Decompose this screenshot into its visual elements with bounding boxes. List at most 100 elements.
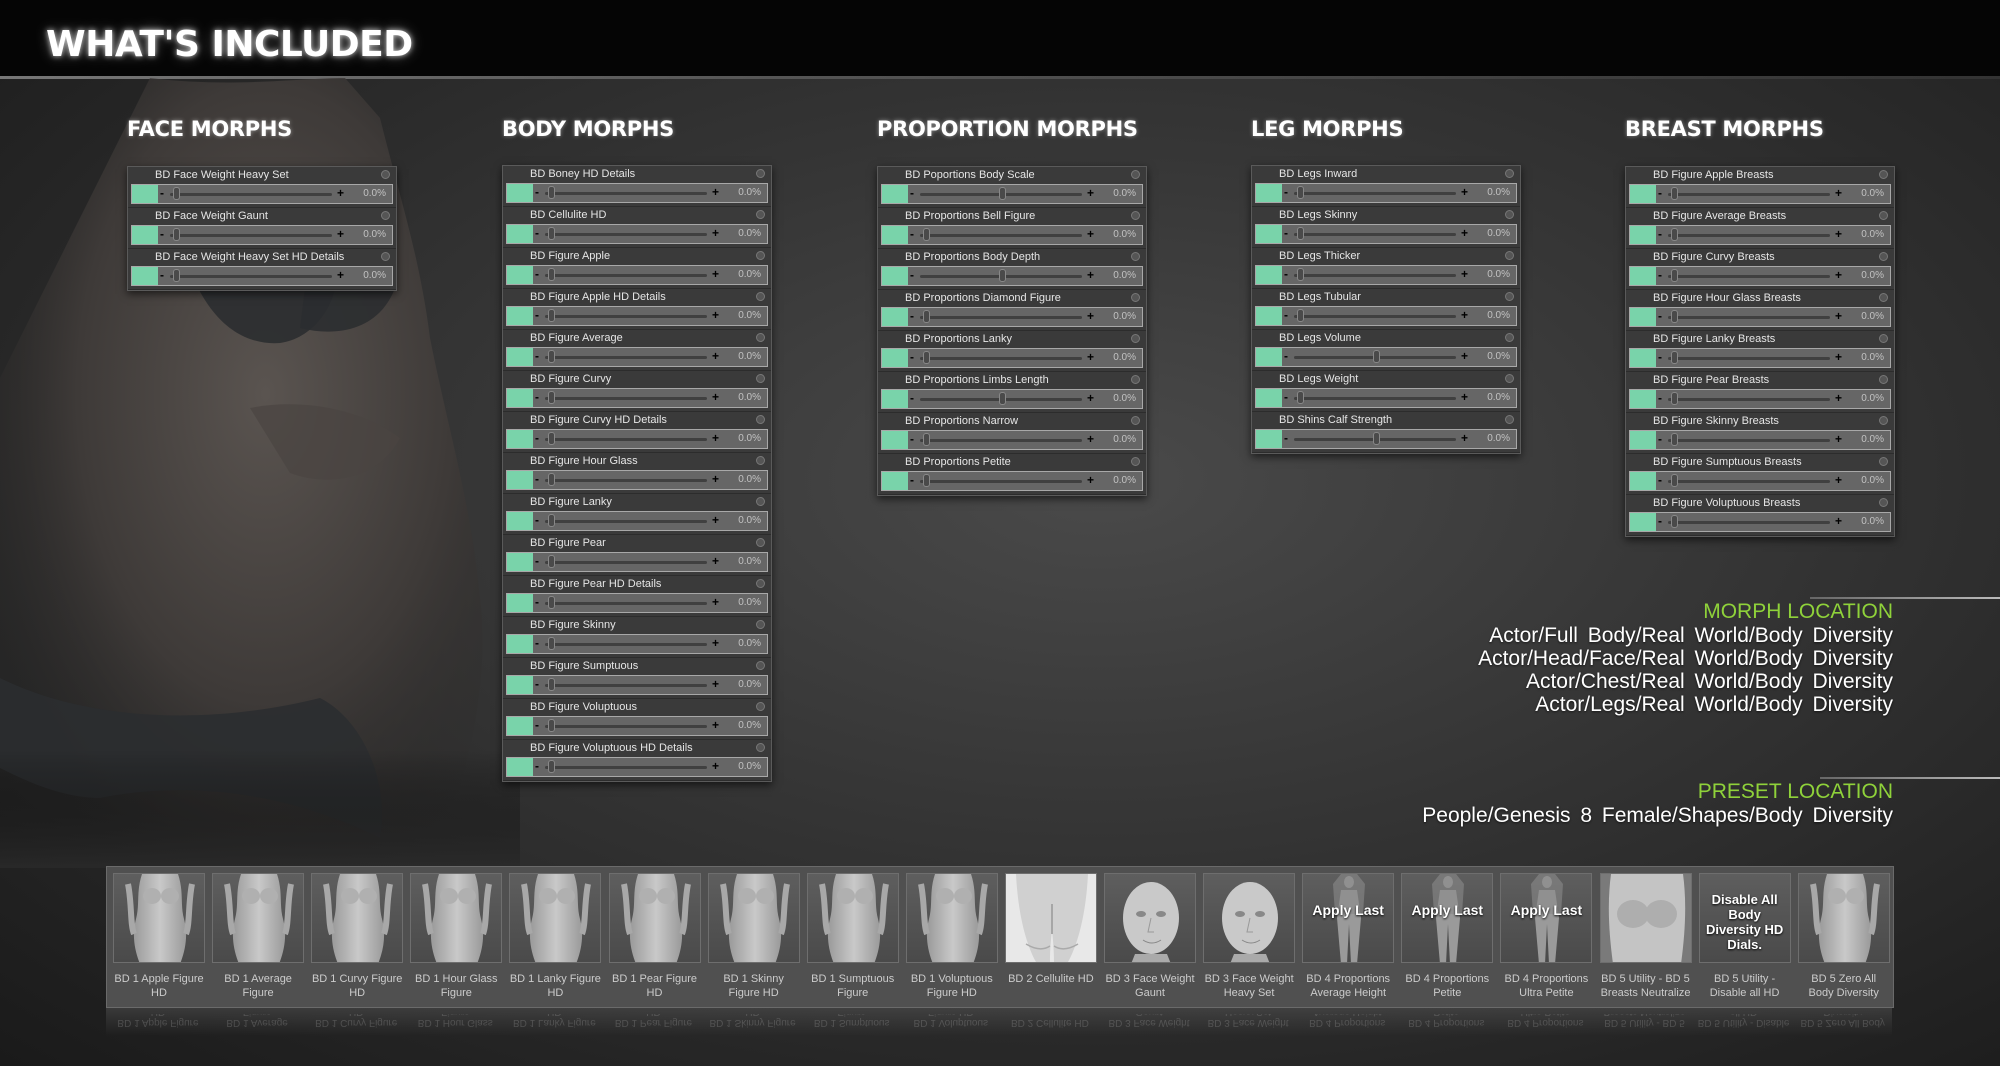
minus-icon[interactable]: - bbox=[535, 554, 539, 568]
slider-track-box[interactable]: - +0.0% bbox=[131, 225, 393, 245]
slider-value[interactable]: 0.0% bbox=[1487, 392, 1510, 403]
body-figure-icon[interactable] bbox=[113, 873, 205, 963]
gear-icon[interactable] bbox=[1131, 416, 1140, 425]
slider-value[interactable]: 0.0% bbox=[1113, 229, 1136, 240]
head-icon[interactable] bbox=[1203, 873, 1296, 963]
plus-icon[interactable]: + bbox=[1461, 226, 1468, 240]
preset-tile[interactable]: BD 3 Face Weight Gaunt bbox=[1104, 873, 1196, 1000]
slider-value[interactable]: 0.0% bbox=[738, 269, 761, 280]
plus-icon[interactable]: + bbox=[712, 308, 719, 322]
minus-icon[interactable]: - bbox=[535, 513, 539, 527]
slider-knob[interactable] bbox=[923, 310, 931, 323]
morph-slider[interactable]: BD Figure Lanky Breasts - +0.0% bbox=[1626, 331, 1894, 372]
morph-slider[interactable]: BD Face Weight Gaunt - +0.0% bbox=[128, 208, 396, 249]
slider-track-box[interactable]: - +0.0% bbox=[1255, 347, 1517, 367]
slider-knob[interactable] bbox=[923, 228, 931, 241]
plus-icon[interactable]: + bbox=[712, 636, 719, 650]
slider-knob[interactable] bbox=[1297, 309, 1305, 322]
morph-slider[interactable]: BD Figure Average Breasts - +0.0% bbox=[1626, 208, 1894, 249]
gear-icon[interactable] bbox=[1879, 498, 1888, 507]
slider-rail[interactable] bbox=[920, 480, 1082, 483]
plus-icon[interactable]: + bbox=[712, 226, 719, 240]
plus-icon[interactable]: + bbox=[337, 268, 344, 282]
morph-slider[interactable]: BD Figure Curvy HD Details - +0.0% bbox=[503, 412, 771, 453]
gear-icon[interactable] bbox=[1879, 416, 1888, 425]
slider-value[interactable]: 0.0% bbox=[1487, 187, 1510, 198]
gear-icon[interactable] bbox=[1505, 169, 1514, 178]
slider-knob[interactable] bbox=[923, 474, 931, 487]
slider-value[interactable]: 0.0% bbox=[1113, 270, 1136, 281]
slider-knob[interactable] bbox=[1671, 228, 1679, 241]
slider-track-box[interactable]: - +0.0% bbox=[1629, 512, 1891, 532]
slider-rail[interactable] bbox=[920, 439, 1082, 442]
slider-track-box[interactable]: - +0.0% bbox=[506, 183, 768, 203]
slider-track-box[interactable]: - +0.0% bbox=[506, 306, 768, 326]
slider-value[interactable]: 0.0% bbox=[738, 679, 761, 690]
full-body-icon[interactable]: Apply Last bbox=[1401, 873, 1494, 963]
gear-icon[interactable] bbox=[381, 170, 390, 179]
slider-value[interactable]: 0.0% bbox=[1113, 434, 1136, 445]
plus-icon[interactable]: + bbox=[1835, 514, 1842, 528]
slider-rail[interactable] bbox=[1294, 233, 1456, 236]
body-figure-icon[interactable] bbox=[806, 873, 899, 963]
morph-slider[interactable]: BD Figure Voluptuous HD Details - +0.0% bbox=[503, 740, 771, 781]
minus-icon[interactable]: - bbox=[1284, 226, 1288, 240]
slider-track-box[interactable]: - +0.0% bbox=[131, 266, 393, 286]
morph-slider[interactable]: BD Legs Inward - +0.0% bbox=[1252, 166, 1520, 207]
slider-knob[interactable] bbox=[548, 391, 556, 404]
slider-value[interactable]: 0.0% bbox=[1487, 269, 1510, 280]
minus-icon[interactable]: - bbox=[1284, 390, 1288, 404]
gear-icon[interactable] bbox=[756, 169, 765, 178]
slider-knob[interactable] bbox=[548, 309, 556, 322]
slider-rail[interactable] bbox=[545, 397, 707, 400]
slider-rail[interactable] bbox=[545, 561, 707, 564]
plus-icon[interactable]: + bbox=[1087, 473, 1094, 487]
plus-icon[interactable]: + bbox=[1835, 473, 1842, 487]
plus-icon[interactable]: + bbox=[1087, 186, 1094, 200]
minus-icon[interactable]: - bbox=[910, 432, 914, 446]
slider-rail[interactable] bbox=[545, 643, 707, 646]
plus-icon[interactable]: + bbox=[1835, 391, 1842, 405]
gear-icon[interactable] bbox=[756, 497, 765, 506]
preset-tile[interactable]: BD 1 Skinny Figure HD bbox=[707, 873, 800, 1000]
slider-rail[interactable] bbox=[545, 438, 707, 441]
plus-icon[interactable]: + bbox=[1835, 432, 1842, 446]
slider-knob[interactable] bbox=[548, 760, 556, 773]
slider-rail[interactable] bbox=[545, 315, 707, 318]
gear-icon[interactable] bbox=[756, 292, 765, 301]
morph-slider[interactable]: BD Proportions Bell Figure - +0.0% bbox=[878, 208, 1146, 249]
slider-track-box[interactable]: - +0.0% bbox=[506, 593, 768, 613]
minus-icon[interactable]: - bbox=[910, 227, 914, 241]
plus-icon[interactable]: + bbox=[712, 472, 719, 486]
minus-icon[interactable]: - bbox=[910, 268, 914, 282]
slider-value[interactable]: 0.0% bbox=[1113, 188, 1136, 199]
minus-icon[interactable]: - bbox=[535, 472, 539, 486]
slider-rail[interactable] bbox=[1668, 275, 1830, 278]
slider-rail[interactable] bbox=[1668, 357, 1830, 360]
gear-icon[interactable] bbox=[756, 333, 765, 342]
slider-rail[interactable] bbox=[170, 275, 332, 278]
slider-rail[interactable] bbox=[1668, 521, 1830, 524]
minus-icon[interactable]: - bbox=[910, 186, 914, 200]
slider-track-box[interactable]: - +0.0% bbox=[1629, 430, 1891, 450]
morph-slider[interactable]: BD Proportions Diamond Figure - +0.0% bbox=[878, 290, 1146, 331]
morph-slider[interactable]: BD Cellulite HD - +0.0% bbox=[503, 207, 771, 248]
slider-knob[interactable] bbox=[173, 269, 181, 282]
morph-slider[interactable]: BD Figure Pear HD Details - +0.0% bbox=[503, 576, 771, 617]
slider-track-box[interactable]: - +0.0% bbox=[1255, 265, 1517, 285]
morph-slider[interactable]: BD Proportions Body Depth - +0.0% bbox=[878, 249, 1146, 290]
slider-track-box[interactable]: - +0.0% bbox=[506, 757, 768, 777]
plus-icon[interactable]: + bbox=[1087, 350, 1094, 364]
gear-icon[interactable] bbox=[756, 210, 765, 219]
slider-track-box[interactable]: - +0.0% bbox=[881, 225, 1143, 245]
slider-track-box[interactable]: - +0.0% bbox=[1629, 389, 1891, 409]
slider-rail[interactable] bbox=[1668, 193, 1830, 196]
slider-value[interactable]: 0.0% bbox=[363, 188, 386, 199]
slider-knob[interactable] bbox=[1372, 432, 1380, 445]
preset-thumbnail[interactable]: Disable All Body Diversity HD Dials. bbox=[1698, 873, 1791, 963]
preset-tile[interactable]: BD 1 Pear Figure HD bbox=[608, 873, 701, 1000]
gear-icon[interactable] bbox=[381, 211, 390, 220]
plus-icon[interactable]: + bbox=[1087, 268, 1094, 282]
plus-icon[interactable]: + bbox=[1461, 185, 1468, 199]
slider-knob[interactable] bbox=[548, 227, 556, 240]
